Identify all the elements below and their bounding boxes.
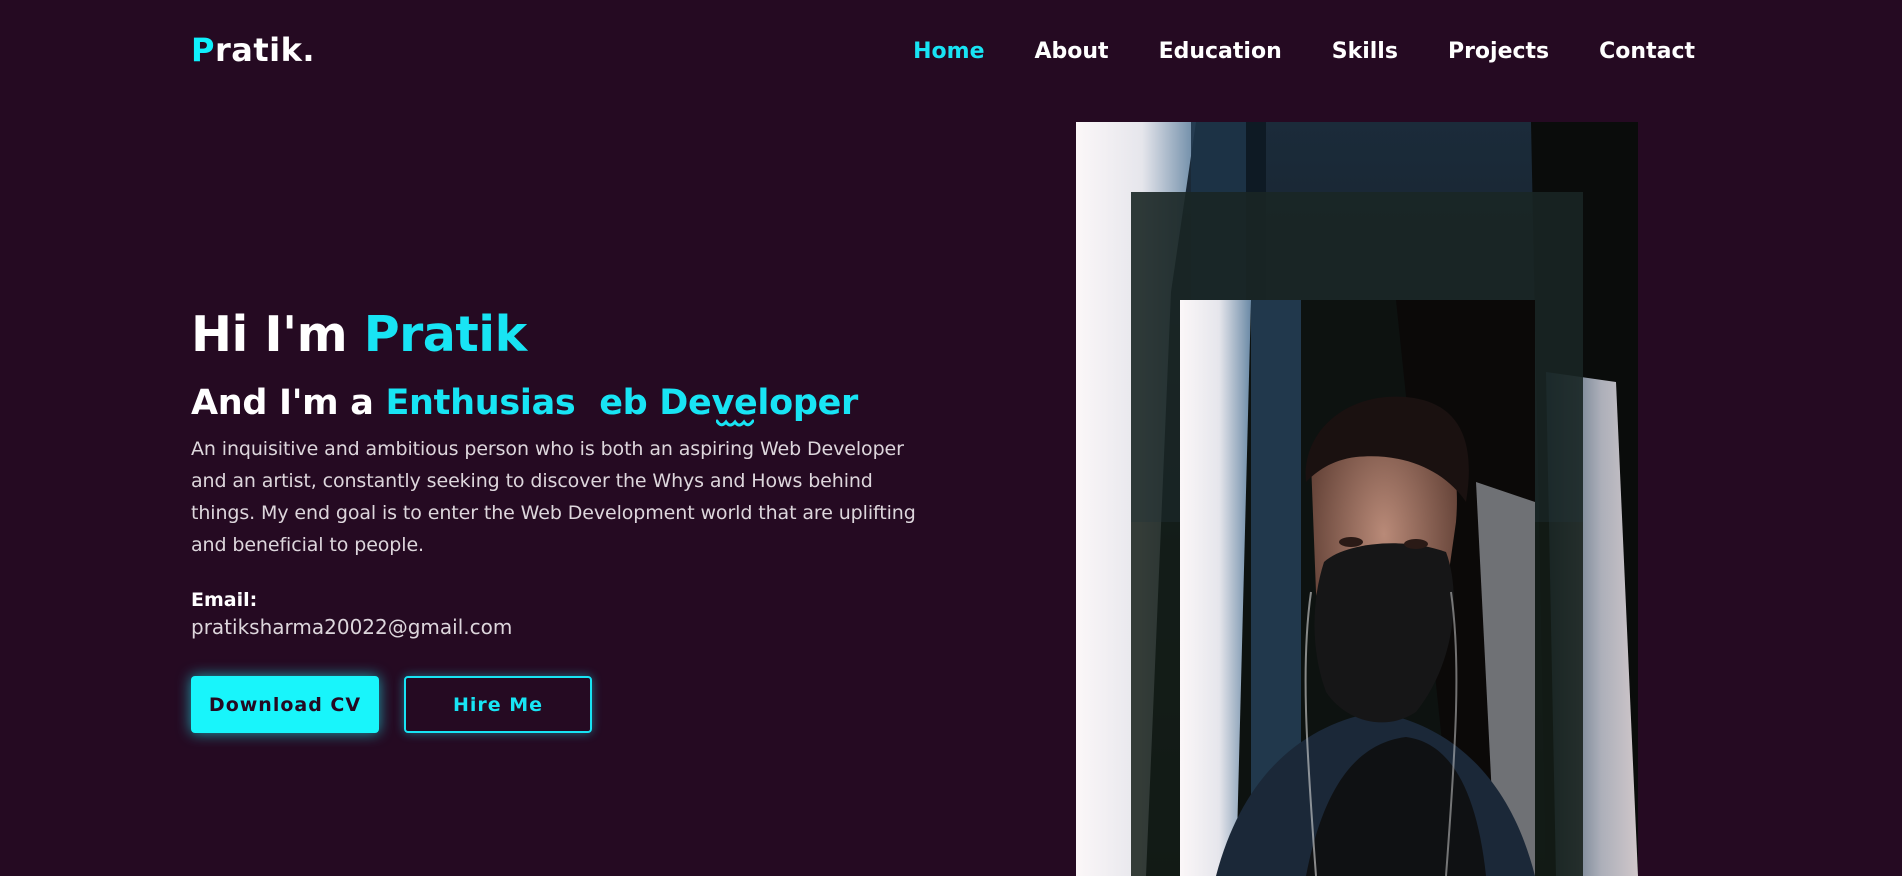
email-address: pratiksharma20022@gmail.com <box>191 615 513 639</box>
email-label: Email: <box>191 589 258 611</box>
logo-accent: P <box>191 31 215 69</box>
hire-me-button[interactable]: Hire Me <box>404 676 592 733</box>
typed-role-text: Enthusias eb Developer <box>385 383 859 423</box>
logo[interactable]: Pratik. <box>191 31 315 69</box>
site-header: Pratik. Home About Education Skills Proj… <box>191 28 1695 74</box>
nav-projects[interactable]: Projects <box>1448 39 1549 64</box>
hero-section: Hi I'm Pratik And I'm a Enthusias eb Dev… <box>191 305 931 733</box>
typing-cursor-squiggle <box>716 419 754 427</box>
profile-photo-illustration <box>1076 122 1638 876</box>
hero-name: Pratik <box>363 306 527 363</box>
nav-contact[interactable]: Contact <box>1599 39 1695 64</box>
profile-photo <box>1076 122 1638 876</box>
hero-sub-prefix: And I'm a <box>191 383 386 423</box>
hero-description: An inquisitive and ambitious person who … <box>191 438 916 556</box>
nav-home[interactable]: Home <box>913 39 984 64</box>
hero-subtitle: And I'm a Enthusias eb Developer <box>191 383 931 427</box>
main-nav: Home About Education Skills Projects Con… <box>913 39 1695 64</box>
nav-about[interactable]: About <box>1035 39 1109 64</box>
nav-education[interactable]: Education <box>1159 39 1282 64</box>
nav-skills[interactable]: Skills <box>1332 39 1398 64</box>
hero-buttons: Download CV Hire Me <box>191 676 592 733</box>
hero-title: Hi I'm Pratik <box>191 305 931 365</box>
logo-text: ratik. <box>214 31 316 69</box>
hero-greeting: Hi I'm <box>191 306 364 363</box>
download-cv-button[interactable]: Download CV <box>191 676 379 733</box>
